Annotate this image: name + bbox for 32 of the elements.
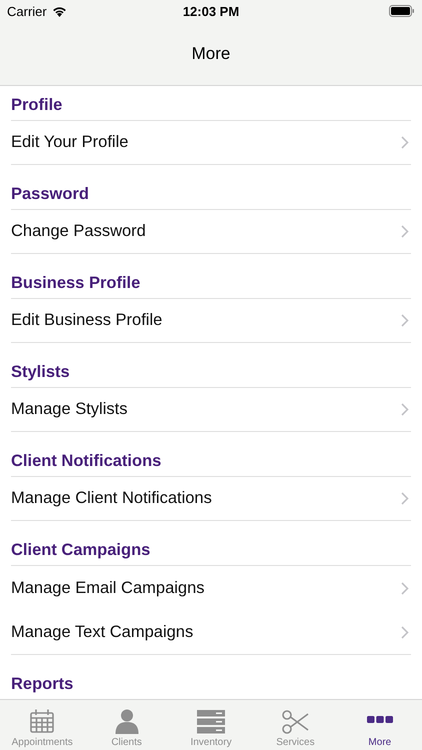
section-header: Client Campaigns — [11, 541, 150, 560]
chevron-icon — [401, 136, 409, 149]
carrier-label: Carrier — [7, 4, 47, 18]
chevron-icon — [401, 225, 409, 238]
section-header: Profile — [11, 96, 62, 115]
section-header: Stylists — [11, 363, 70, 382]
chevron-icon — [401, 626, 409, 638]
section-header: Client Notifications — [11, 452, 162, 471]
list-row[interactable]: Manage Client Notifications — [11, 476, 411, 521]
list-row[interactable]: Manage Text Campaigns — [11, 610, 411, 655]
person-icon — [114, 708, 140, 734]
server-stack-icon — [197, 710, 226, 734]
chevron-icon — [401, 582, 409, 594]
chevron-icon — [401, 492, 409, 505]
more-dots-icon — [366, 716, 393, 724]
list-row[interactable]: Change Password — [11, 209, 411, 254]
scissors-icon — [281, 710, 310, 734]
list-row[interactable]: Manage Stylists — [11, 387, 411, 432]
wifi-icon — [52, 6, 67, 16]
nav-title: More — [192, 44, 230, 64]
section-header: Reports — [11, 675, 74, 694]
list-row[interactable]: Edit Business Profile — [11, 298, 411, 343]
section-header: Password — [11, 185, 89, 204]
list-row[interactable]: Manage Email Campaigns — [11, 565, 411, 610]
list-row[interactable]: Edit Your Profile — [11, 120, 411, 165]
tab[interactable]: More — [338, 700, 422, 750]
chevron-icon — [401, 314, 409, 327]
section-header: Business Profile — [11, 274, 140, 293]
status-time: 12:03 PM — [182, 4, 240, 18]
battery-icon — [389, 5, 415, 17]
chevron-icon — [401, 403, 409, 416]
calendar-icon — [29, 708, 56, 734]
